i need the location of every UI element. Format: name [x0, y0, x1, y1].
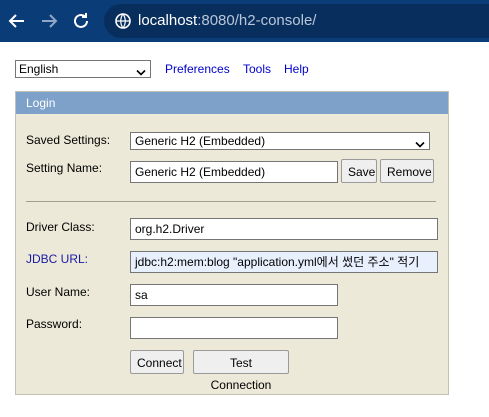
setting-name-field[interactable]: Generic H2 (Embedded): [130, 161, 338, 183]
user-name-label: User Name:: [26, 285, 91, 299]
remove-button[interactable]: Remove: [380, 159, 434, 183]
jdbc-url-label[interactable]: JDBC URL:: [26, 252, 88, 266]
chevron-down-icon: [415, 137, 425, 153]
test-connection-button[interactable]: Test Connection: [193, 350, 289, 392]
language-value: English: [19, 62, 59, 76]
connect-button[interactable]: Connect: [130, 350, 184, 374]
jdbc-url-field[interactable]: jdbc:h2:mem:blog "application.yml에서 썼던 주…: [130, 251, 438, 273]
saved-settings-select[interactable]: Generic H2 (Embedded): [130, 132, 430, 150]
driver-class-field[interactable]: org.h2.Driver: [130, 218, 438, 240]
password-label: Password:: [26, 317, 83, 331]
login-panel: Login Saved Settings: Generic H2 (Embedd…: [15, 91, 449, 395]
language-select[interactable]: English: [15, 60, 151, 78]
saved-settings-value: Generic H2 (Embedded): [135, 134, 266, 148]
panel-title: Login: [16, 92, 448, 114]
driver-class-label: Driver Class:: [26, 220, 95, 234]
tools-link[interactable]: Tools: [243, 62, 271, 76]
back-icon[interactable]: [5, 9, 29, 33]
address-bar[interactable]: localhost:8080/h2-console/: [104, 4, 489, 38]
save-button[interactable]: Save: [341, 159, 377, 183]
preferences-link[interactable]: Preferences: [165, 62, 230, 76]
user-name-field[interactable]: sa: [130, 284, 338, 306]
site-info-icon[interactable]: [114, 12, 132, 30]
setting-name-label: Setting Name:: [26, 161, 103, 175]
divider: [26, 201, 436, 202]
saved-settings-label: Saved Settings:: [26, 133, 111, 147]
reload-icon[interactable]: [69, 9, 93, 33]
chevron-down-icon: [136, 65, 146, 81]
forward-icon[interactable]: [37, 9, 61, 33]
password-field[interactable]: [130, 317, 338, 339]
url-text: localhost:8080/h2-console/: [138, 12, 317, 29]
help-link[interactable]: Help: [284, 62, 309, 76]
browser-toolbar: localhost:8080/h2-console/: [0, 0, 489, 42]
